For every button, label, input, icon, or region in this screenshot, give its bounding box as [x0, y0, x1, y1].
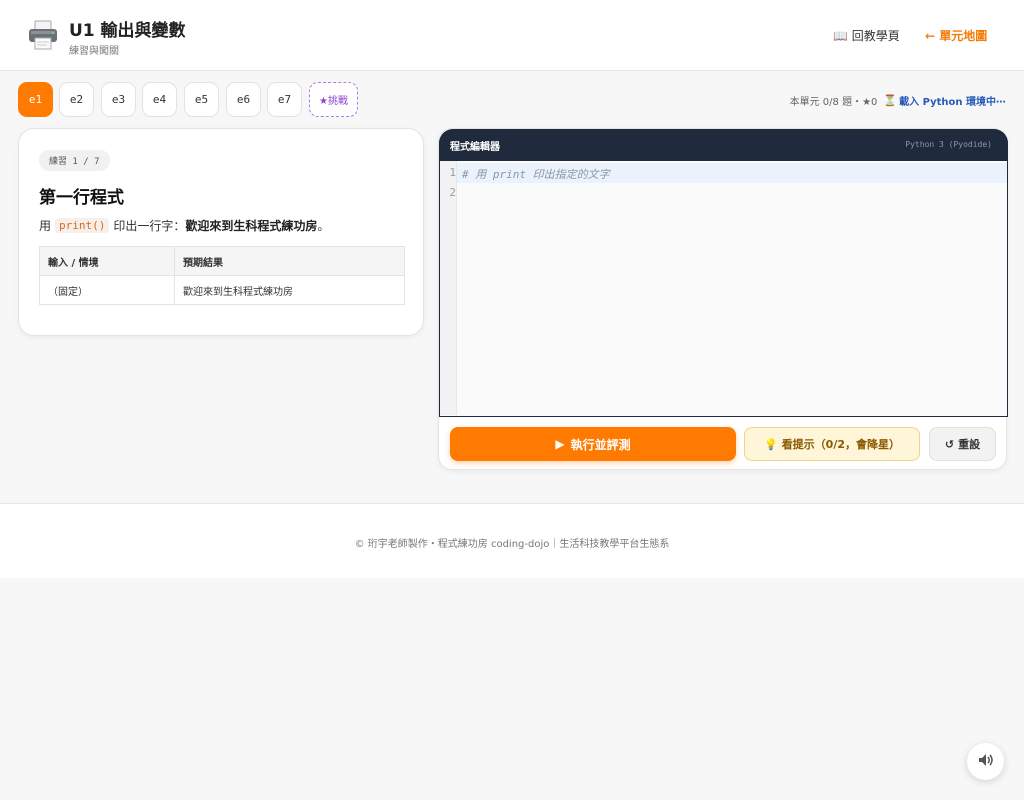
editor-header: 程式編輯器 Python 3 (Pyodide)	[439, 129, 1008, 161]
footer-text: © 珩宇老師製作・程式練功房 coding-dojo｜生活科技教學平台生態系	[354, 539, 670, 550]
editor-title: 程式編輯器	[450, 142, 500, 153]
tab-e5[interactable]: e5	[184, 82, 219, 117]
tab-challenge[interactable]: ★挑戰	[309, 82, 358, 117]
unit-status: 本單元 0/8 題・★0 ⏳ 載入 Python 環境中⋯	[790, 93, 1006, 108]
speaker-icon	[977, 751, 995, 773]
app-header: U1 輸出與變數 練習與闖關 📖 回教學頁 ← 單元地圖	[0, 0, 1024, 71]
table-header-row: 輸入 / 情境 預期結果	[39, 246, 405, 276]
tab-e2[interactable]: e2	[59, 82, 94, 117]
line-number: 1	[449, 166, 456, 179]
hint-button-label: 看提示（0/2，會降星）	[781, 438, 901, 451]
printer-icon	[26, 18, 60, 52]
table-row: （固定） 歡迎來到生科程式練功房	[39, 275, 405, 305]
tab-e3[interactable]: e3	[101, 82, 136, 117]
line-number-gutter: 1 2	[440, 161, 457, 415]
table-cell-expected: 歡迎來到生科程式練功房	[174, 275, 405, 305]
hourglass-icon: ⏳	[883, 94, 898, 107]
table-cell-input: （固定）	[39, 275, 175, 305]
code-editor[interactable]: 1 2 # 用 print 印出指定的文字	[439, 161, 1008, 417]
exercise-title: 第一行程式	[39, 188, 124, 208]
play-icon: ▶	[555, 437, 565, 451]
exercise-card: 練習 1 / 7 第一行程式 用 print() 印出一行字： 歡迎來到生科程式…	[18, 128, 424, 336]
unit-map-link[interactable]: ← 單元地圖	[925, 27, 987, 44]
desc-middle: 印出一行字：	[113, 219, 186, 233]
table-header-input: 輸入 / 情境	[39, 246, 175, 276]
back-to-lesson-link[interactable]: 📖 回教學頁	[833, 27, 900, 44]
editor-panel: 程式編輯器 Python 3 (Pyodide) 1 2 # 用 print 印…	[438, 128, 1008, 470]
editor-language: Python 3 (Pyodide)	[905, 140, 992, 149]
hint-button[interactable]: 💡 看提示（0/2，會降星）	[744, 427, 920, 461]
inline-code: print()	[55, 218, 110, 233]
table-header-expected: 預期結果	[174, 246, 405, 276]
page-subtitle: 練習與闖關	[69, 46, 119, 57]
expected-output-table: 輸入 / 情境 預期結果 （固定） 歡迎來到生科程式練功房	[39, 246, 405, 305]
desc-suffix: 。	[317, 219, 330, 233]
exercise-badge: 練習 1 / 7	[39, 150, 110, 171]
lightbulb-icon: 💡	[763, 437, 778, 451]
reset-button[interactable]: ↺ 重設	[929, 427, 996, 461]
page-title: U1 輸出與變數	[69, 21, 186, 41]
tab-e1[interactable]: e1	[18, 82, 53, 117]
reset-icon: ↺	[944, 437, 955, 451]
line-number: 2	[449, 186, 456, 199]
desc-target-text: 歡迎來到生科程式練功房	[185, 219, 318, 233]
run-and-grade-button[interactable]: ▶ 執行並評測	[450, 427, 736, 461]
reset-button-label: 重設	[958, 438, 981, 451]
tab-e7[interactable]: e7	[267, 82, 302, 117]
sound-toggle-button[interactable]	[967, 743, 1004, 780]
desc-prefix: 用	[39, 219, 52, 233]
code-line[interactable]: # 用 print 印出指定的文字	[462, 166, 610, 182]
python-loading-status: 載入 Python 環境中⋯	[899, 97, 1006, 108]
exercise-description: 用 print() 印出一行字： 歡迎來到生科程式練功房 。	[39, 217, 329, 234]
run-button-label: 執行並評測	[570, 437, 631, 452]
footer: © 珩宇老師製作・程式練功房 coding-dojo｜生活科技教學平台生態系	[0, 503, 1024, 578]
tab-e4[interactable]: e4	[142, 82, 177, 117]
progress-text: 本單元 0/8 題・★0	[789, 97, 878, 108]
tab-e6[interactable]: e6	[226, 82, 261, 117]
